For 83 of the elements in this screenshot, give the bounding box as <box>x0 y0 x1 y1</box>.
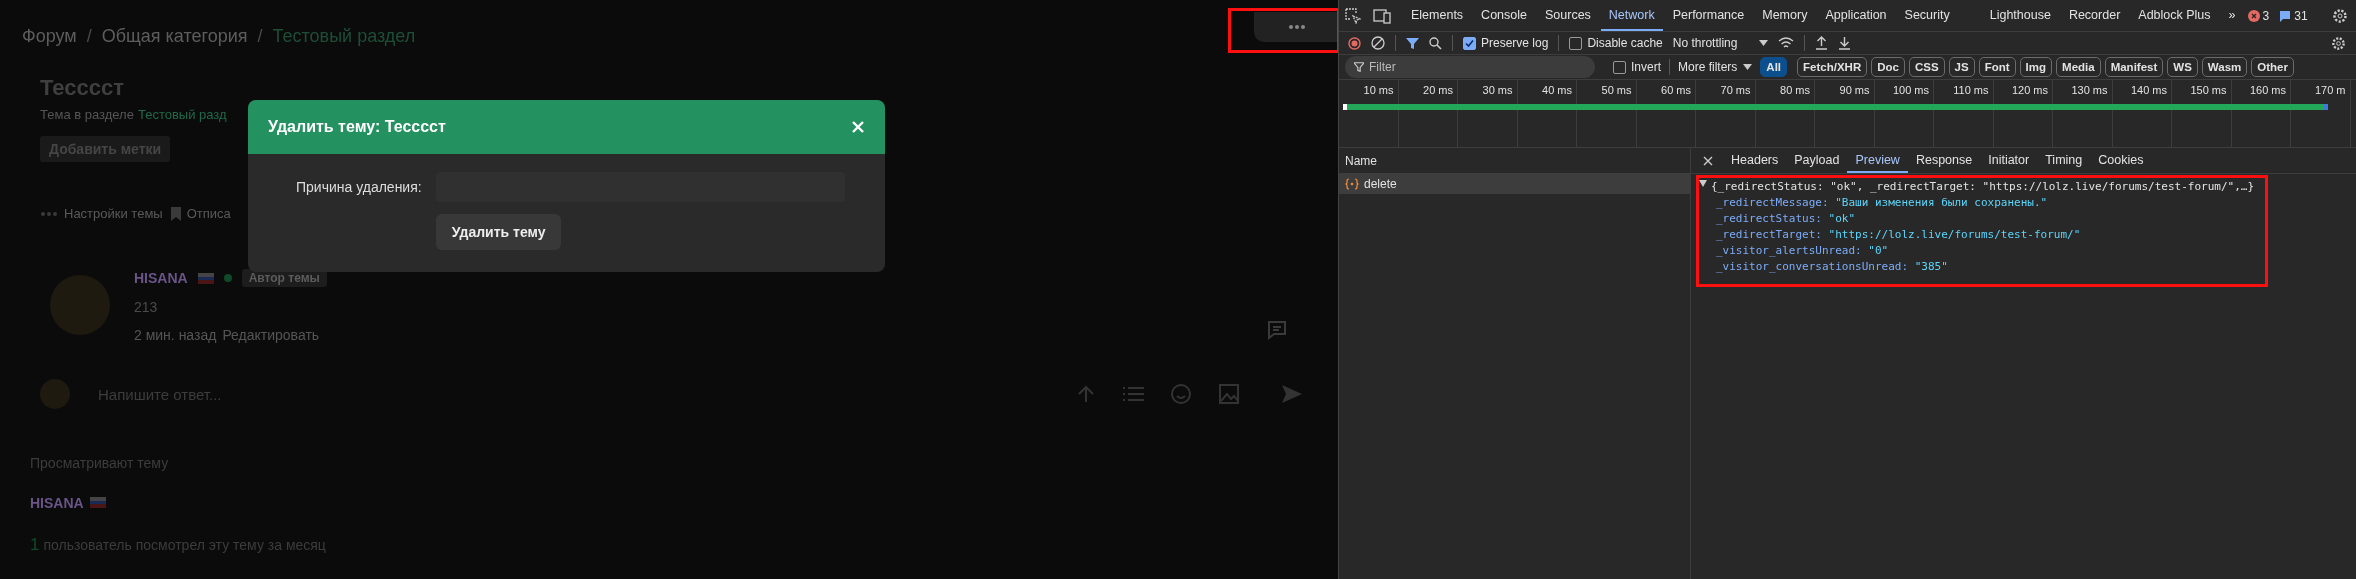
settings-icon[interactable] <box>2331 7 2348 24</box>
preview-field: _redirectTarget: "https://lolz.live/forums/test-forum/" <box>1699 228 2356 241</box>
more-filters-dropdown[interactable]: More filters <box>1678 60 1753 74</box>
detail-tab[interactable]: Cookies <box>2090 148 2152 173</box>
type-filter-chip[interactable]: All <box>1760 57 1788 77</box>
devtools-tab[interactable]: Security <box>1896 0 1958 31</box>
error-icon <box>2247 9 2260 22</box>
record-icon[interactable] <box>1348 36 1361 50</box>
preview-field: _visitor_alertsUnread: "0" <box>1699 244 2356 257</box>
filter-icon <box>1354 62 1364 72</box>
type-filter-chip[interactable]: WS <box>2167 57 2198 77</box>
viewer-count: 1 <box>30 535 40 555</box>
breadcrumb-separator: / <box>86 26 92 47</box>
detail-tab[interactable]: Preview <box>1847 148 1908 173</box>
type-filter-chip[interactable]: Fetch/XHR <box>1797 57 1868 77</box>
close-icon[interactable] <box>1703 155 1713 166</box>
detail-tab[interactable]: Headers <box>1723 148 1787 173</box>
request-row[interactable]: delete <box>1339 174 1690 194</box>
caret-icon <box>1759 40 1769 46</box>
type-filter-chip[interactable]: Wasm <box>2201 57 2248 77</box>
devtools-tab[interactable]: Memory <box>1754 0 1816 31</box>
invert-label: Invert <box>1631 60 1661 74</box>
request-name: delete <box>1364 177 1397 191</box>
device-icon[interactable] <box>1373 7 1391 24</box>
devtools-tab[interactable]: Performance <box>1664 0 1753 31</box>
type-filter-chip[interactable]: Media <box>2056 57 2101 77</box>
detail-tab[interactable]: Response <box>1907 148 1981 173</box>
detail-tab[interactable]: Timing <box>2037 148 2091 173</box>
error-count[interactable]: 3 <box>2262 8 2270 23</box>
disable-cache-checkbox[interactable] <box>1569 36 1583 50</box>
search-icon[interactable] <box>1429 36 1442 50</box>
preview-field: _redirectMessage: "Ваши изменения были сохранены." <box>1699 196 2356 209</box>
invert-checkbox[interactable] <box>1613 60 1626 74</box>
throttling-dropdown[interactable]: No throttling <box>1672 36 1769 50</box>
inspect-icon[interactable] <box>1345 7 1361 24</box>
type-filter-chip[interactable]: Other <box>2251 57 2294 77</box>
settings-icon[interactable] <box>2331 35 2346 51</box>
post-time: 2 мин. назад <box>134 327 217 343</box>
flag-icon <box>89 497 106 508</box>
more-tabs-button[interactable]: » <box>2220 0 2244 31</box>
wifi-settings-icon[interactable] <box>1778 36 1795 50</box>
devtools-tab[interactable]: Network <box>1600 0 1663 31</box>
thread-subtitle: Тема в разделе <box>40 107 134 122</box>
filter-input[interactable]: Filter <box>1345 56 1595 78</box>
devtools-tab[interactable]: Elements <box>1403 0 1472 31</box>
braces-icon <box>1345 178 1359 190</box>
preview-summary[interactable]: {_redirectStatus: "ok", _redirectTarget: "https://lolz.live/forums/test-forum/",…} <box>1711 180 2255 193</box>
post-text: 213 <box>134 299 159 315</box>
devtools-tab[interactable]: Adblock Plus <box>2130 0 2219 31</box>
detail-tab[interactable]: Initiator <box>1980 148 2038 173</box>
devtools-tab[interactable]: Lighthouse <box>1981 0 2059 31</box>
devtools-tab[interactable]: Recorder <box>2060 0 2129 31</box>
type-filter-chip[interactable]: JS <box>1948 57 1975 77</box>
menu-button[interactable] <box>1254 12 1339 42</box>
preview-field: _visitor_conversationsUnread: "385" <box>1699 260 2356 273</box>
dialog-title: Удалить тему: Тесссст <box>268 118 446 136</box>
clear-icon[interactable] <box>1371 36 1385 50</box>
type-filter-chip[interactable]: Manifest <box>2104 57 2164 77</box>
preserve-log-checkbox[interactable] <box>1463 36 1476 50</box>
bookmark-icon <box>170 206 181 221</box>
reason-label: Причина удаления: <box>295 179 422 195</box>
message-icon <box>2279 9 2292 22</box>
preserve-log-label: Preserve log <box>1481 36 1549 50</box>
devtools-tab[interactable]: Application <box>1817 0 1895 31</box>
breadcrumb-separator: / <box>257 26 263 47</box>
type-filter-chip[interactable]: Doc <box>1871 57 1905 77</box>
filter-icon[interactable] <box>1406 36 1419 50</box>
message-count[interactable]: 31 <box>2294 8 2308 23</box>
delete-thread-button[interactable]: Удалить тему <box>435 214 562 250</box>
flag-icon <box>197 272 214 284</box>
preview-field: _redirectStatus: "ok" <box>1699 212 2356 225</box>
detail-tab[interactable]: Payload <box>1786 148 1848 173</box>
devtools-tab[interactable]: Console <box>1473 0 1535 31</box>
disable-cache-label: Disable cache <box>1587 36 1663 50</box>
download-icon[interactable] <box>1838 36 1852 50</box>
devtools-tab[interactable]: Sources <box>1537 0 1599 31</box>
type-filter-chip[interactable]: Img <box>2019 57 2053 77</box>
caret-icon <box>1743 64 1753 70</box>
type-filter-chip[interactable]: CSS <box>1908 57 1945 77</box>
type-filter-chip[interactable]: Font <box>1978 57 2016 77</box>
upload-icon[interactable] <box>1815 36 1829 50</box>
expand-triangle-icon[interactable] <box>1699 180 1707 187</box>
more-icon[interactable] <box>1287 24 1306 30</box>
